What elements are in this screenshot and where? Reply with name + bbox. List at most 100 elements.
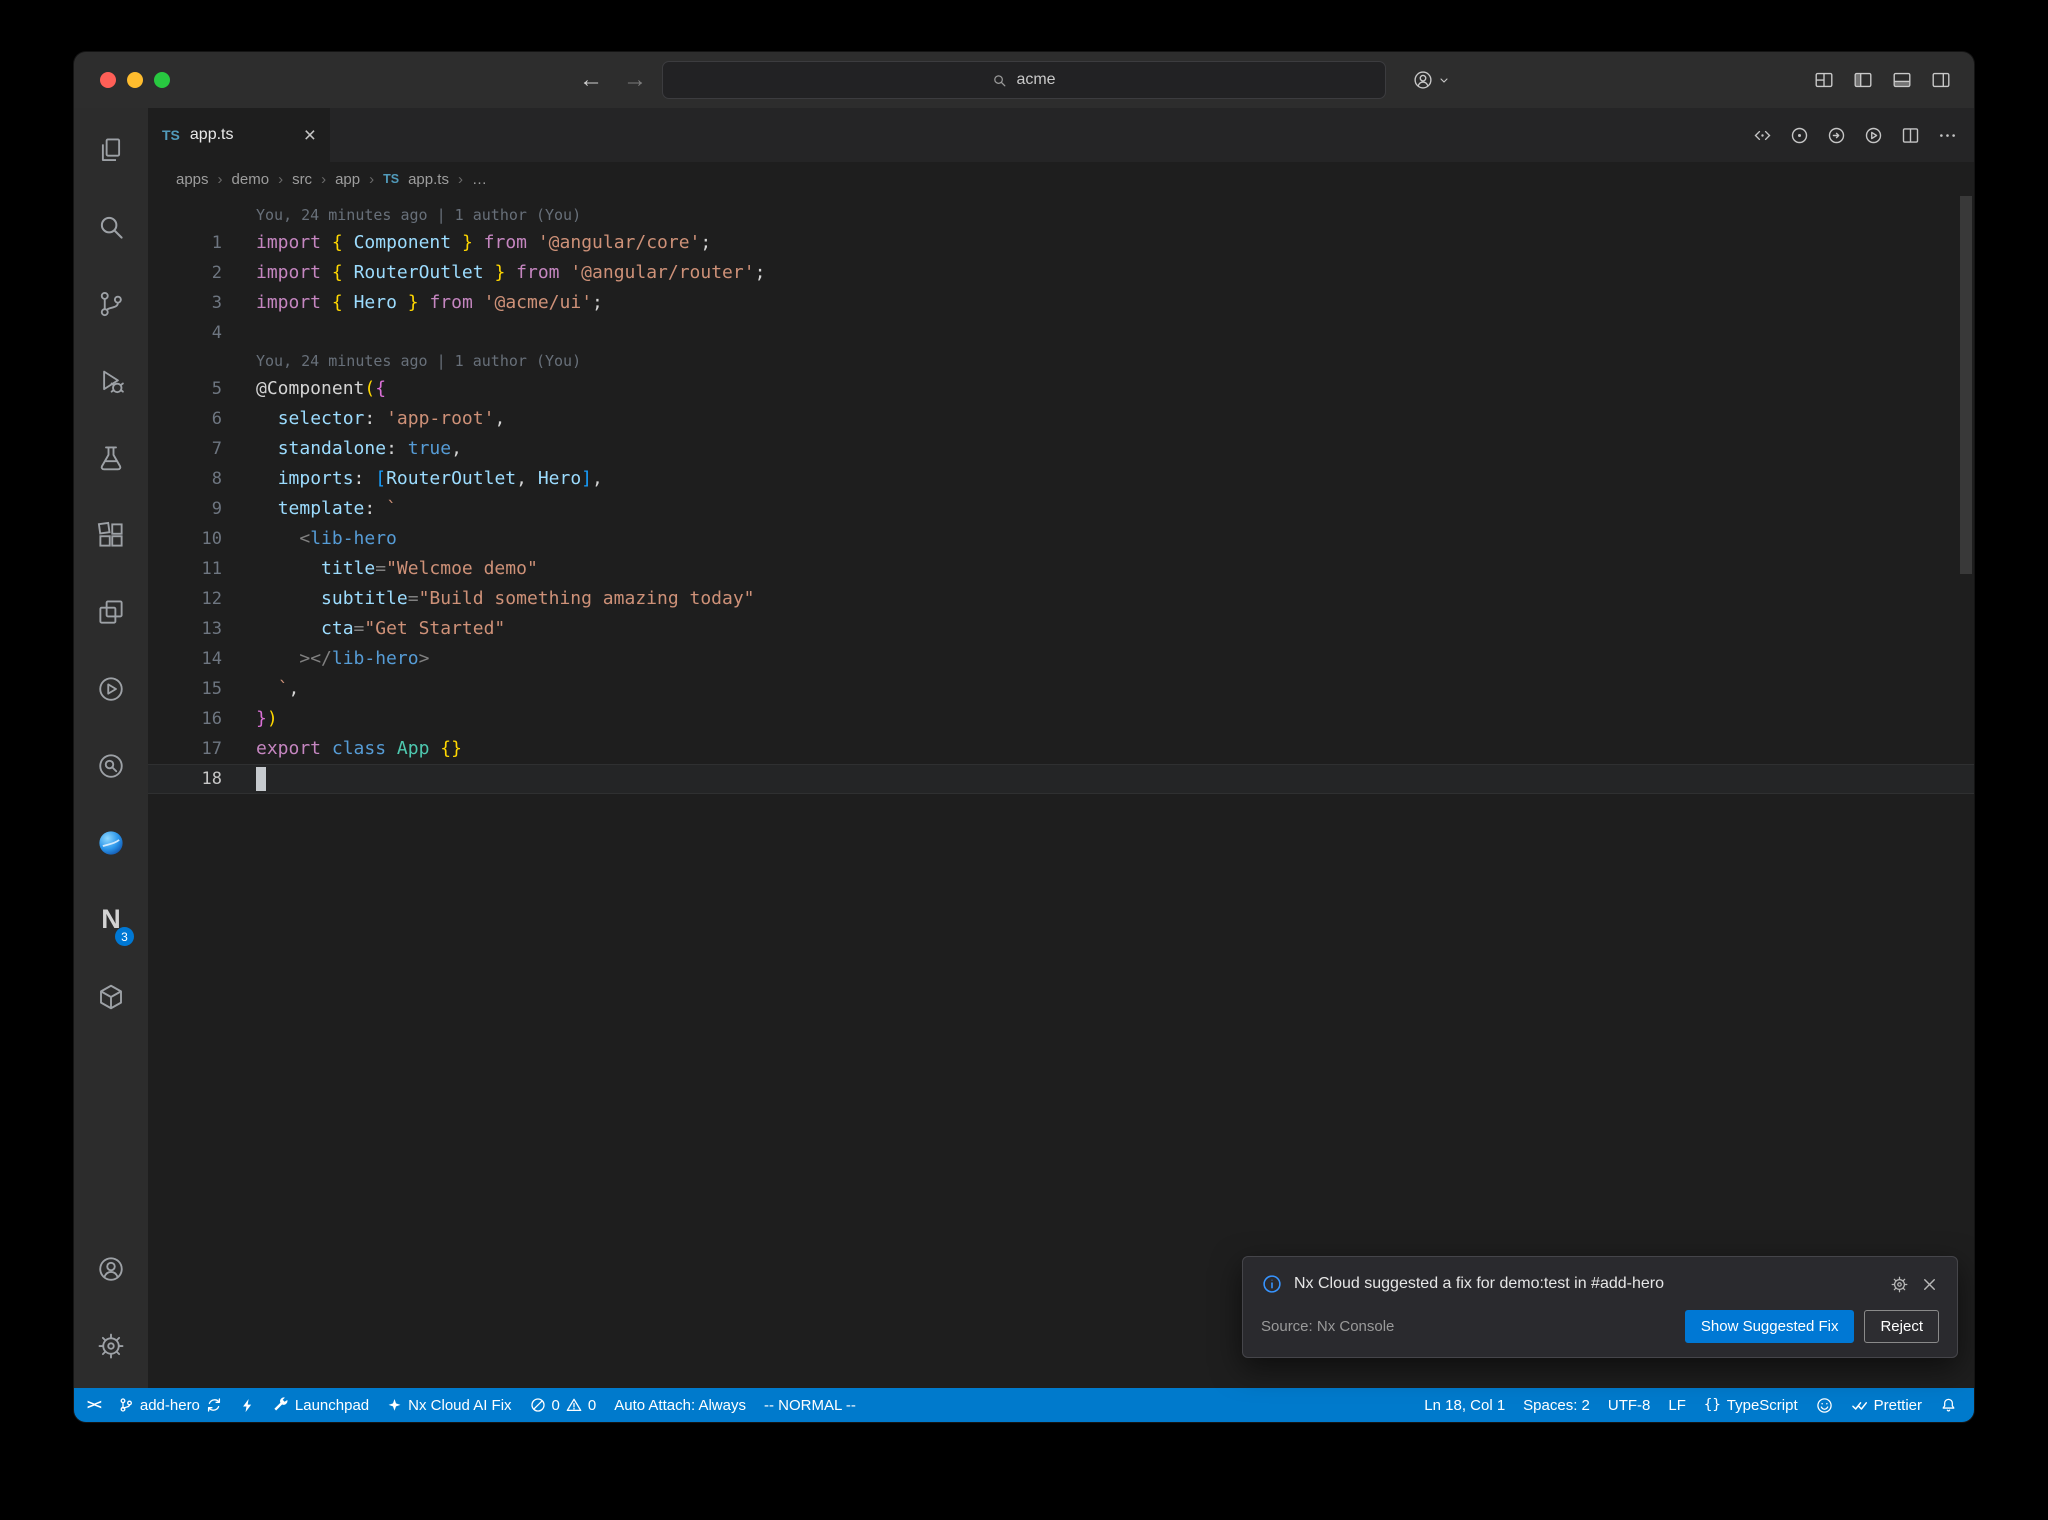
code-line[interactable]: 15 `, — [148, 674, 1974, 704]
launchpad-label: Launchpad — [294, 1396, 370, 1414]
reject-button[interactable]: Reject — [1864, 1310, 1939, 1343]
sidebar-item-package[interactable] — [74, 958, 148, 1035]
breadcrumb-item-file[interactable]: app.ts — [408, 171, 449, 188]
close-button[interactable] — [100, 72, 116, 88]
more-actions-icon[interactable] — [1937, 125, 1958, 146]
status-feedback[interactable] — [1807, 1388, 1842, 1422]
settings-gear-icon — [98, 1333, 124, 1358]
run-below-icon[interactable] — [1826, 125, 1847, 146]
status-cursor-position[interactable]: Ln 18, Col 1 — [1415, 1388, 1514, 1422]
code-line[interactable]: 10 <lib-hero — [148, 524, 1974, 554]
code-line[interactable]: 18 — [148, 764, 1974, 794]
profile-button[interactable] — [1412, 52, 1450, 108]
account-icon — [99, 1256, 123, 1281]
back-icon[interactable]: ← — [579, 66, 603, 94]
zoom-button[interactable] — [154, 72, 170, 88]
code-line[interactable]: 1 import { Component } from '@angular/cor… — [148, 228, 1974, 258]
status-branch[interactable]: add-hero — [109, 1388, 231, 1422]
toggle-sidebar-icon[interactable] — [1852, 69, 1874, 91]
tab-app-ts[interactable]: TS app.ts × — [148, 108, 330, 162]
run-file-icon[interactable] — [1863, 125, 1884, 146]
run-debug-icon — [103, 370, 124, 393]
blame-annotation: You, 24 minutes ago | 1 author (You) — [256, 352, 582, 370]
code-line[interactable]: 14 ></lib-hero> — [148, 644, 1974, 674]
status-launchpad[interactable]: Launchpad — [264, 1388, 378, 1422]
code-line[interactable]: 12 subtitle="Build something amazing tod… — [148, 584, 1974, 614]
toggle-panel-icon[interactable] — [1891, 69, 1913, 91]
code-line[interactable]: 5 @Component({ — [148, 374, 1974, 404]
status-encoding[interactable]: UTF-8 — [1599, 1388, 1660, 1422]
sidebar-item-accounts[interactable] — [74, 1230, 148, 1307]
package-icon — [100, 984, 122, 1009]
code-line[interactable]: 17 export class App {} — [148, 734, 1974, 764]
tools-icon — [274, 1397, 288, 1411]
tab-label: app.ts — [189, 126, 234, 143]
command-center-search[interactable]: acme — [662, 61, 1386, 99]
code-line[interactable]: 2 import { RouterOutlet } from '@angular/… — [148, 258, 1974, 288]
notification-toast: Nx Cloud suggested a fix for demo:test i… — [1242, 1256, 1958, 1358]
breadcrumb-item[interactable]: app — [335, 171, 360, 188]
show-suggested-fix-button[interactable]: Show Suggested Fix — [1684, 1310, 1855, 1343]
remote-indicator[interactable]: >< — [78, 1388, 109, 1422]
sidebar-item-testing[interactable] — [74, 419, 148, 496]
typescript-file-icon: TS — [162, 127, 180, 143]
nx-badge: 3 — [115, 927, 134, 946]
status-indentation[interactable]: Spaces: 2 — [1514, 1388, 1599, 1422]
sidebar-item-extensions[interactable] — [74, 496, 148, 573]
editor-scrollbar[interactable] — [1960, 196, 1972, 574]
breadcrumb-item[interactable]: apps — [176, 171, 209, 188]
status-auto-attach[interactable]: Auto Attach: Always — [605, 1388, 755, 1422]
breadcrumb-separator: › — [369, 170, 375, 188]
eol-label: LF — [1668, 1396, 1686, 1414]
sidebar-item-explorer[interactable] — [74, 111, 148, 188]
notification-settings-gear-icon[interactable] — [1890, 1275, 1909, 1294]
sidebar-item-source-control[interactable] — [74, 265, 148, 342]
code-line[interactable]: 7 standalone: true, — [148, 434, 1974, 464]
history-nav: ← → — [579, 52, 647, 108]
sidebar-item-blue-extension[interactable] — [74, 804, 148, 881]
status-nx-cloud-fix[interactable]: Nx Cloud AI Fix — [378, 1388, 520, 1422]
code-line[interactable]: 9 template: ` — [148, 494, 1974, 524]
editor-actions — [1752, 108, 1958, 162]
code-line[interactable]: 3 import { Hero } from '@acme/ui'; — [148, 288, 1974, 318]
branch-name: add-hero — [139, 1396, 200, 1414]
status-problems[interactable]: 0 0 — [521, 1388, 606, 1422]
status-eol[interactable]: LF — [1659, 1388, 1695, 1422]
language-label: TypeScript — [1726, 1396, 1798, 1414]
status-vim-mode[interactable]: -- NORMAL -- — [755, 1388, 865, 1422]
sidebar-item-search[interactable] — [74, 188, 148, 265]
sidebar-item-nx-console[interactable]: N 3 — [74, 881, 148, 958]
code-line[interactable]: 6 selector: 'app-root', — [148, 404, 1974, 434]
status-notifications[interactable] — [1931, 1388, 1966, 1422]
split-editor-icon[interactable] — [1900, 125, 1921, 146]
status-formatter[interactable]: Prettier — [1842, 1388, 1931, 1422]
sidebar-item-run-tasks[interactable] — [74, 650, 148, 727]
minimize-button[interactable] — [127, 72, 143, 88]
code-dot-icon[interactable] — [1752, 125, 1773, 146]
status-language[interactable]: {} TypeScript — [1695, 1388, 1807, 1422]
code-line[interactable]: 4 — [148, 318, 1974, 348]
status-zap[interactable] — [231, 1388, 264, 1422]
code-line[interactable]: 13 cta="Get Started" — [148, 614, 1974, 644]
sidebar-item-run-debug[interactable] — [74, 342, 148, 419]
breadcrumb-more[interactable]: … — [472, 171, 487, 188]
warnings-icon — [566, 1398, 582, 1412]
code-line[interactable]: 8 imports: [RouterOutlet, Hero], — [148, 464, 1974, 494]
sidebar-item-settings[interactable] — [74, 1307, 148, 1384]
code-line[interactable]: 16}) — [148, 704, 1974, 734]
circle-dot-icon[interactable] — [1789, 125, 1810, 146]
breadcrumb-item[interactable]: src — [292, 171, 312, 188]
breadcrumb-item[interactable]: demo — [232, 171, 270, 188]
files-icon — [101, 137, 121, 161]
sidebar-item-code-search[interactable] — [74, 727, 148, 804]
customize-layout-icon[interactable] — [1813, 69, 1835, 91]
forward-icon[interactable]: → — [623, 66, 647, 94]
breadcrumb-separator: › — [457, 170, 463, 188]
code-line[interactable]: 11 title="Welcmoe demo" — [148, 554, 1974, 584]
notification-close-icon[interactable] — [1920, 1275, 1939, 1294]
toggle-secondary-sidebar-icon[interactable] — [1930, 69, 1952, 91]
close-tab-icon[interactable]: × — [304, 125, 316, 146]
sidebar-item-windows[interactable] — [74, 573, 148, 650]
remote-icon: >< — [87, 1397, 102, 1413]
editor[interactable]: You, 24 minutes ago | 1 author (You) 1 imp… — [148, 196, 1974, 1388]
